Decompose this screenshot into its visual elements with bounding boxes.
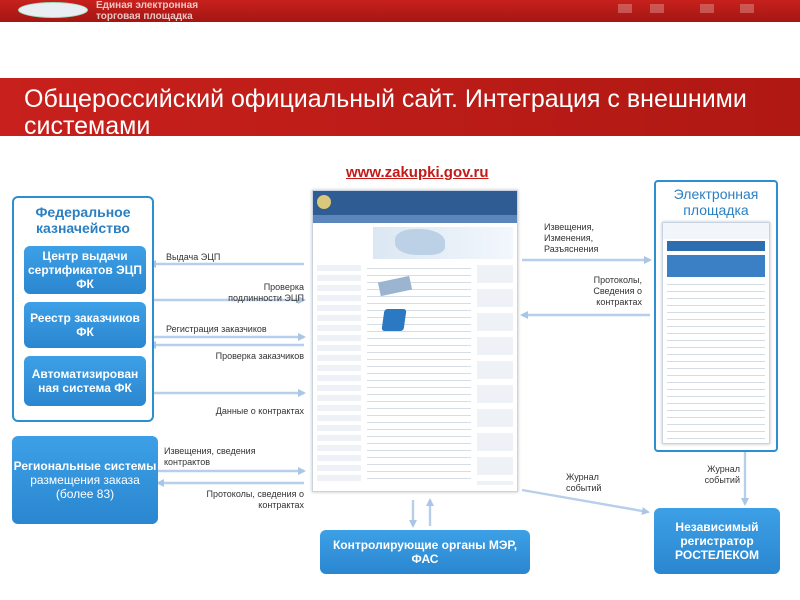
label-platform-notices: Извещения, Изменения, Разъяснения	[544, 222, 599, 254]
label-regional-protocols: Протоколы, сведения о контрактах	[206, 489, 305, 510]
label-journal-left: Журнал событий	[566, 472, 602, 493]
zakupki-site-screenshot	[312, 190, 518, 492]
platform-screenshot-banner	[667, 255, 765, 277]
label-regional-notices: Извещения, сведения контрактов	[164, 446, 256, 467]
info-icon	[381, 309, 407, 331]
label-contract-data: Данные о контрактах	[215, 406, 304, 416]
screenshot-sidebar	[317, 265, 361, 485]
regional-systems-title: Региональные системы	[13, 459, 157, 473]
automated-system-node[interactable]: Автоматизирован ная система ФК	[24, 356, 146, 406]
independent-registrar-node[interactable]: Независимый регистратор РОСТЕЛЕКОМ	[654, 508, 780, 574]
platform-screenshot-nav	[667, 241, 765, 251]
diagram-slide: Единая электронная торговая площадка Общ…	[0, 0, 800, 600]
label-ecp-check: Проверка подлинности ЭЦП	[228, 282, 304, 303]
label-ecp-issue: Выдача ЭЦП	[166, 252, 221, 262]
platform-site-screenshot	[662, 222, 770, 444]
electronic-platform-title: Электронная площадка	[673, 186, 759, 218]
regional-systems-node[interactable]: Региональные системы размещения заказа (…	[12, 436, 158, 524]
certificate-center-node[interactable]: Центр выдачи сертификатов ЭЦП ФК	[24, 246, 146, 294]
platform-screenshot-content	[667, 281, 765, 441]
regional-systems-label: Региональные системы размещения заказа (…	[12, 459, 158, 501]
label-customer-reg: Регистрация заказчиков	[166, 324, 267, 334]
screenshot-header	[313, 191, 517, 215]
customer-registry-node[interactable]: Реестр заказчиков ФК	[24, 302, 146, 348]
label-platform-protocols: Протоколы, Сведения о контрактах	[593, 275, 642, 307]
emblem-icon	[317, 195, 331, 209]
label-journal-right: Журнал событий	[704, 464, 740, 485]
federal-treasury-title: Федеральное казначейство	[35, 204, 131, 236]
regional-systems-desc: размещения заказа (более 83)	[30, 473, 140, 501]
russia-map-icon	[395, 229, 445, 255]
screenshot-content	[367, 265, 471, 485]
platform-screenshot-header	[663, 223, 769, 239]
screenshot-nav	[313, 215, 517, 223]
screenshot-right-column	[477, 265, 513, 485]
control-bodies-node[interactable]: Контролирующие органы МЭР, ФАС	[320, 530, 530, 574]
label-customer-check: Проверка заказчиков	[215, 351, 304, 361]
